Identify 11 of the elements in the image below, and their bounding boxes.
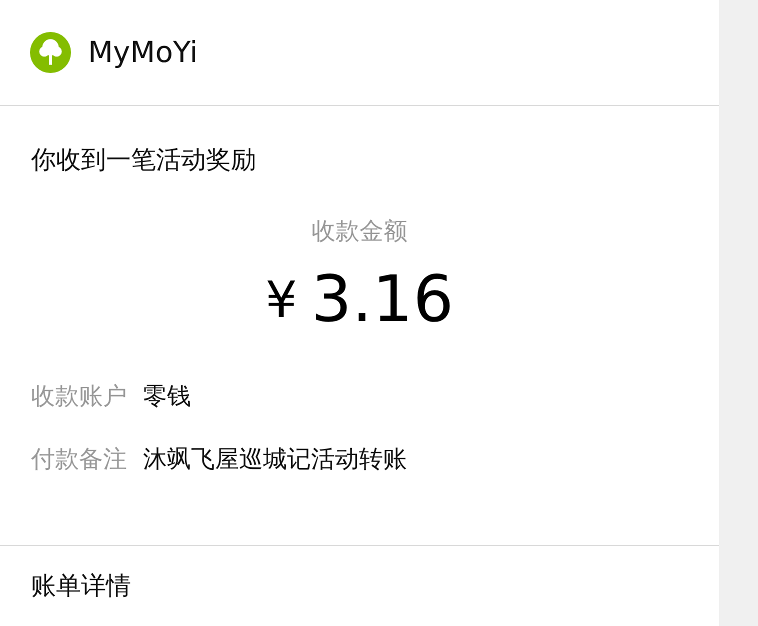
detail-label: 付款备注 [31,444,127,475]
amount-label: 收款金额 [312,216,408,247]
notice-title: 你收到一笔活动奖励 [31,144,257,176]
app-name: MyMoYi [88,34,198,71]
currency-symbol: ¥ [265,270,298,331]
detail-value: 沐飒飞屋巡城记活动转账 [143,444,407,475]
tree-logo-icon [30,32,71,73]
detail-value: 零钱 [143,381,191,412]
amount-value: 3.16 [311,264,454,336]
detail-label: 收款账户 [31,381,127,412]
bill-details-link[interactable]: 账单详情 [31,567,131,605]
